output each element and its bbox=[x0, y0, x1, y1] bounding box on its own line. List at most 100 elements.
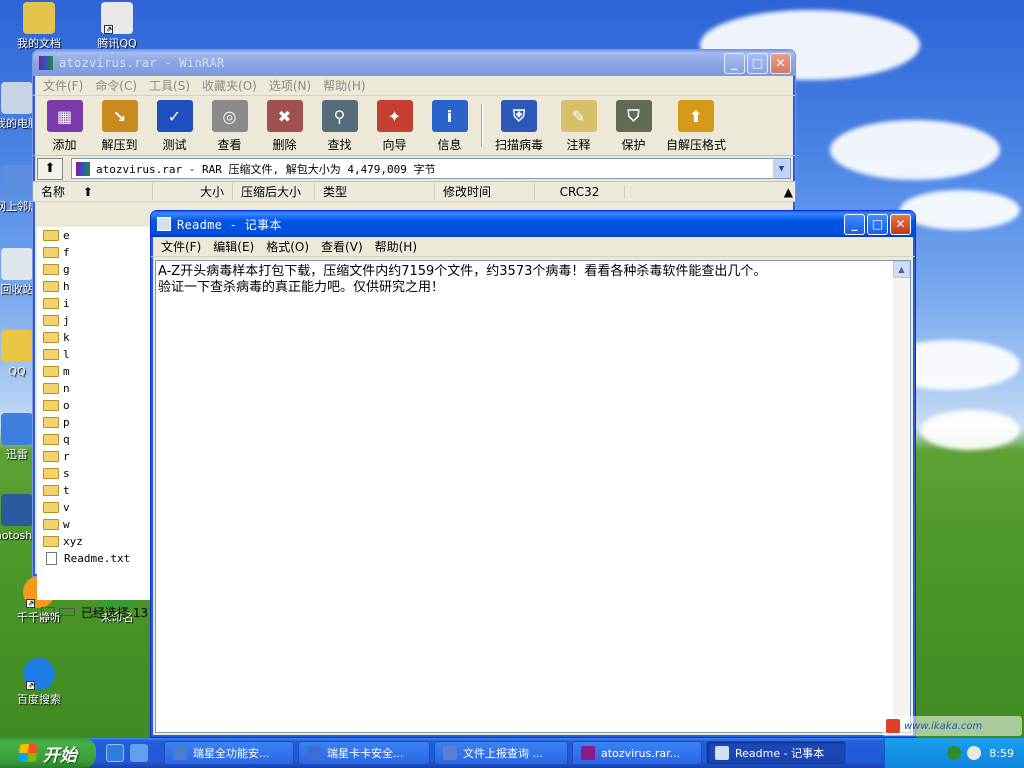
notepad-titlebar[interactable]: Readme - 记事本 _ □ ✕ bbox=[151, 211, 915, 237]
extract-to-button[interactable]: ↘ 解压到 bbox=[92, 98, 147, 153]
notepad-menubar: 文件(F) 编辑(E) 格式(O) 查看(V) 帮助(H) bbox=[151, 237, 915, 257]
column-packed[interactable]: 压缩后大小 bbox=[233, 183, 315, 200]
folder-icon bbox=[43, 417, 59, 428]
add-button[interactable]: ▦ 添加 bbox=[37, 98, 92, 153]
winrar-titlebar[interactable]: atozvirus.rar - WinRAR _ □ ✕ bbox=[33, 50, 795, 76]
volume-tray-icon[interactable] bbox=[967, 746, 982, 760]
menu-help[interactable]: 帮助(H) bbox=[369, 238, 423, 255]
toolbar-label: 测试 bbox=[162, 138, 187, 152]
view-button[interactable]: ◎ 查看 bbox=[202, 98, 257, 153]
network-places-icon bbox=[1, 165, 33, 197]
start-label: 开始 bbox=[43, 745, 77, 766]
folder-icon bbox=[43, 332, 59, 343]
menu-tools[interactable]: 工具(S) bbox=[143, 77, 196, 94]
toolbar-label: 查找 bbox=[327, 138, 352, 152]
cloud bbox=[900, 190, 1020, 230]
archive-path-field[interactable]: atozvirus.rar - RAR 压缩文件, 解包大小为 4,479,00… bbox=[71, 158, 791, 179]
menu-favorites[interactable]: 收藏夹(O) bbox=[196, 77, 263, 94]
up-folder-button[interactable]: ⬆ bbox=[37, 157, 63, 180]
clock[interactable]: 8:59 bbox=[989, 747, 1014, 760]
notepad-window[interactable]: Readme - 记事本 _ □ ✕ 文件(F) 编辑(E) 格式(O) 查看(… bbox=[150, 210, 916, 738]
view-icon: ◎ bbox=[211, 100, 248, 132]
taskbar-button[interactable]: 瑞星卡卡安全... bbox=[298, 741, 430, 765]
protect-button[interactable]: ⛉ 保护 bbox=[606, 98, 661, 153]
folder-icon bbox=[43, 451, 59, 462]
network-tray-icon[interactable] bbox=[947, 746, 962, 760]
folder-icon bbox=[43, 434, 59, 445]
toolbar-label: 保护 bbox=[621, 138, 646, 152]
task-label: 文件上报查询 ... bbox=[463, 747, 543, 760]
wizard-button[interactable]: ✦ 向导 bbox=[367, 98, 422, 153]
menu-file[interactable]: 文件(F) bbox=[155, 238, 207, 255]
windows-logo-icon bbox=[18, 744, 38, 762]
winrar-menubar: 文件(F) 命令(C) 工具(S) 收藏夹(O) 选项(N) 帮助(H) bbox=[33, 76, 795, 96]
close-button[interactable]: ✕ bbox=[890, 213, 911, 235]
column-crc32[interactable]: CRC32 bbox=[535, 184, 625, 199]
taskbar-button[interactable]: 瑞星全功能安... bbox=[164, 741, 294, 765]
sfx-button[interactable]: ⬆ 自解压格式 bbox=[661, 98, 731, 153]
vertical-scrollbar[interactable]: ▲ bbox=[893, 261, 910, 732]
file-name: w bbox=[63, 518, 70, 531]
folder-icon bbox=[43, 485, 59, 496]
test-icon: ✓ bbox=[156, 100, 193, 132]
folder-icon bbox=[43, 468, 59, 479]
start-button[interactable]: 开始 bbox=[0, 738, 96, 768]
desktop-icon-baidu-search[interactable]: ↗ 百度搜索 bbox=[4, 658, 74, 706]
scroll-up-icon[interactable]: ▲ bbox=[625, 185, 795, 199]
desktop-icon-label: 百度搜索 bbox=[17, 693, 61, 706]
taskbar-button[interactable]: atozvirus.rar... bbox=[572, 741, 702, 765]
column-size[interactable]: 大小 bbox=[153, 183, 233, 200]
winrar-address-bar: ⬆ atozvirus.rar - RAR 压缩文件, 解包大小为 4,479,… bbox=[33, 156, 795, 182]
folder-icon bbox=[43, 264, 59, 275]
recycle-bin-icon bbox=[1, 248, 33, 280]
qq-icon bbox=[1, 330, 33, 362]
scroll-up-icon[interactable]: ▲ bbox=[893, 261, 910, 278]
menu-view[interactable]: 查看(V) bbox=[315, 238, 369, 255]
menu-commands[interactable]: 命令(C) bbox=[89, 77, 143, 94]
maximize-button[interactable]: □ bbox=[867, 213, 888, 235]
notepad-text-area[interactable]: A-Z开头病毒样本打包下载，压缩文件内约7159个文件，约3573个病毒！看看各… bbox=[155, 260, 911, 733]
file-name: p bbox=[63, 416, 70, 429]
delete-button[interactable]: ✖ 删除 bbox=[257, 98, 312, 153]
taskbar-button[interactable]: Readme - 记事本 bbox=[706, 741, 846, 765]
comment-button[interactable]: ✎ 注释 bbox=[551, 98, 606, 153]
minimize-button[interactable]: _ bbox=[844, 213, 865, 235]
file-name: s bbox=[63, 467, 70, 480]
info-icon: i bbox=[431, 100, 468, 132]
task-app-icon bbox=[173, 746, 187, 760]
ie-quicklaunch-icon[interactable] bbox=[106, 744, 124, 762]
folder-icon bbox=[43, 536, 59, 547]
task-app-icon bbox=[307, 746, 321, 760]
file-name: Readme.txt bbox=[64, 552, 131, 565]
find-button[interactable]: ⚲ 查找 bbox=[312, 98, 367, 153]
taskbar-button[interactable]: 文件上报查询 ... bbox=[434, 741, 568, 765]
quick-launch bbox=[106, 744, 154, 762]
task-buttons: 瑞星全功能安... 瑞星卡卡安全... 文件上报查询 ... atozvirus.ra… bbox=[160, 741, 846, 765]
info-button[interactable]: i 信息 bbox=[422, 98, 477, 153]
menu-help[interactable]: 帮助(H) bbox=[317, 77, 371, 94]
minimize-button[interactable]: _ bbox=[724, 52, 745, 74]
file-name: i bbox=[63, 297, 70, 310]
readme-text[interactable]: A-Z开头病毒样本打包下载，压缩文件内约7159个文件，约3573个病毒！看看各… bbox=[156, 261, 910, 296]
maximize-button[interactable]: □ bbox=[747, 52, 768, 74]
scan-virus-button[interactable]: ⛨ 扫描病毒 bbox=[487, 98, 551, 153]
column-name[interactable]: 名称 ⬆ bbox=[33, 183, 153, 200]
column-label: 名称 bbox=[41, 185, 66, 199]
menu-file[interactable]: 文件(F) bbox=[37, 77, 89, 94]
system-tray: 8:59 bbox=[884, 738, 1024, 768]
test-button[interactable]: ✓ 测试 bbox=[147, 98, 202, 153]
chevron-down-icon[interactable]: ▼ bbox=[773, 159, 790, 178]
menu-options[interactable]: 选项(N) bbox=[263, 77, 317, 94]
toolbar-label: 删除 bbox=[272, 138, 297, 152]
menu-format[interactable]: 格式(O) bbox=[260, 238, 315, 255]
menu-edit[interactable]: 编辑(E) bbox=[207, 238, 260, 255]
desktop-icon-my-documents[interactable]: 我的文档 bbox=[4, 2, 74, 50]
column-modified[interactable]: 修改时间 bbox=[435, 183, 535, 200]
close-button[interactable]: ✕ bbox=[770, 52, 791, 74]
desktop-icon-qq[interactable]: ↗ 腾讯QQ bbox=[82, 2, 152, 50]
folder-icon bbox=[43, 298, 59, 309]
thunder-quicklaunch-icon[interactable] bbox=[130, 744, 148, 762]
winrar-title: atozvirus.rar - WinRAR bbox=[59, 56, 225, 70]
column-type[interactable]: 类型 bbox=[315, 183, 435, 200]
extract-to-icon: ↘ bbox=[101, 100, 138, 132]
